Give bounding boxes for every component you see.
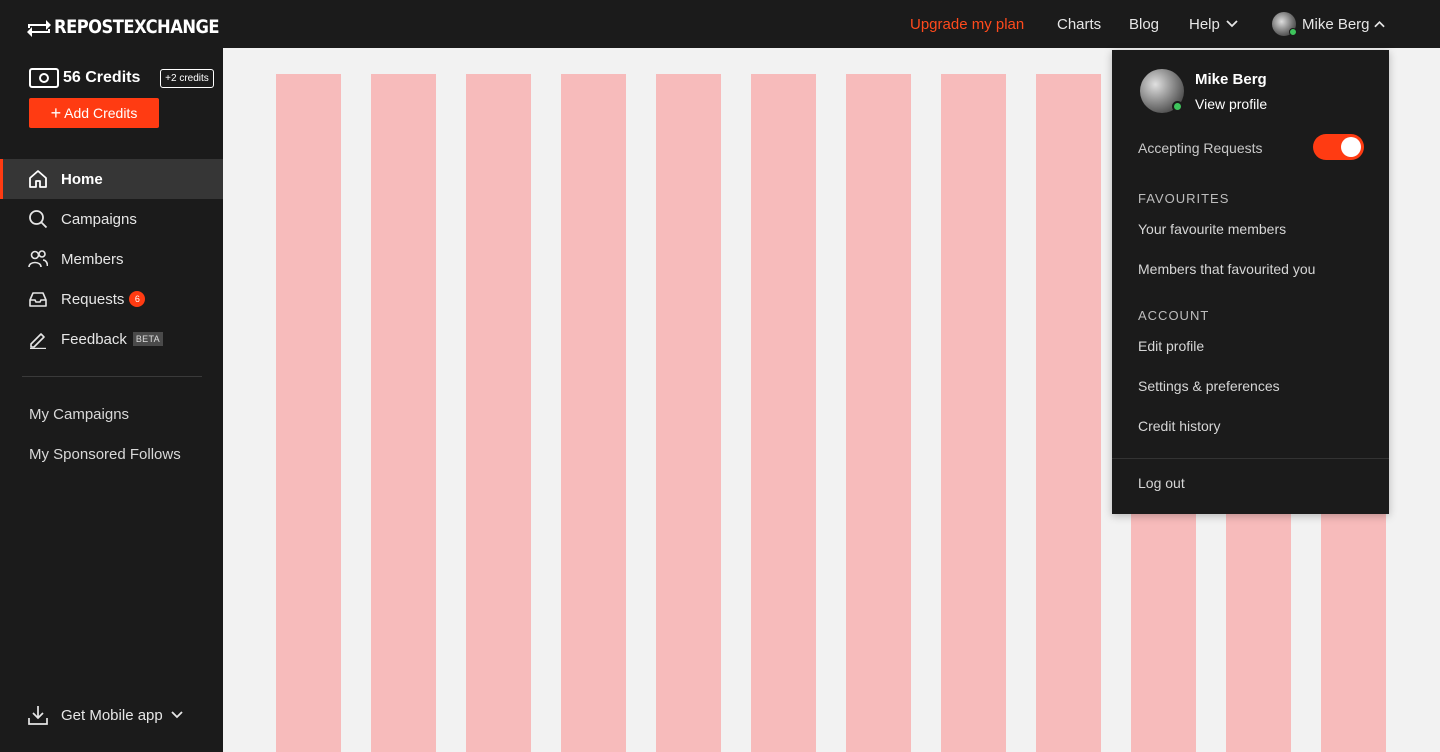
credit-history-link[interactable]: Credit history [1138, 418, 1220, 434]
bonus-credits-badge[interactable]: +2 credits [160, 69, 214, 88]
add-credits-label: Add Credits [64, 105, 138, 121]
placeholder-bar [846, 74, 911, 752]
edit-profile-link[interactable]: Edit profile [1138, 338, 1204, 354]
avatar [1272, 12, 1297, 36]
get-mobile-app-menu[interactable]: Get Mobile app [27, 704, 183, 726]
home-icon [29, 170, 47, 188]
sidebar-item-label: Campaigns [61, 210, 137, 228]
credits-count: 56 Credits [63, 69, 141, 86]
users-icon [28, 250, 48, 268]
my-sponsored-follows-link[interactable]: My Sponsored Follows [29, 446, 181, 463]
brand-logo[interactable]: REPOSTEXCHANGE [26, 15, 246, 39]
your-favourite-members-link[interactable]: Your favourite members [1138, 221, 1286, 237]
placeholder-bar [371, 74, 436, 752]
toggle-knob [1341, 137, 1361, 157]
credits-balance[interactable]: 56 Credits [29, 68, 140, 88]
placeholder-bar [466, 74, 531, 752]
accepting-requests-label: Accepting Requests [1138, 140, 1263, 156]
dropdown-user-name: Mike Berg [1195, 71, 1267, 88]
chevron-up-icon [1373, 20, 1385, 28]
account-section-title: ACCOUNT [1138, 308, 1210, 323]
chevron-down-icon [1226, 20, 1238, 28]
credits-icon [29, 68, 59, 88]
placeholder-bar [656, 74, 721, 752]
search-icon [29, 210, 48, 229]
dropdown-divider [1112, 458, 1389, 459]
top-bar: REPOSTEXCHANGE Upgrade my plan Charts Bl… [0, 0, 1440, 48]
sidebar-item-home[interactable]: Home [0, 159, 223, 199]
view-profile-link[interactable]: View profile [1195, 96, 1267, 112]
sidebar-item-members[interactable]: Members [0, 239, 223, 279]
sidebar-item-campaigns[interactable]: Campaigns [0, 199, 223, 239]
get-mobile-app-label: Get Mobile app [61, 706, 163, 724]
blog-link[interactable]: Blog [1129, 0, 1159, 48]
upgrade-plan-link[interactable]: Upgrade my plan [910, 0, 1024, 48]
sidebar-item-requests[interactable]: Requests 6 [0, 279, 223, 319]
sidebar-divider [22, 376, 202, 377]
inbox-icon [29, 292, 47, 307]
members-that-favourited-you-link[interactable]: Members that favourited you [1138, 261, 1315, 277]
sidebar-item-feedback[interactable]: Feedback BETA [0, 319, 223, 359]
my-campaigns-link[interactable]: My Campaigns [29, 406, 129, 423]
settings-preferences-link[interactable]: Settings & preferences [1138, 378, 1280, 394]
beta-tag: BETA [132, 332, 163, 346]
plus-icon: + [50, 103, 62, 123]
user-dropdown-menu: Mike Berg View profile Accepting Request… [1112, 50, 1389, 514]
placeholder-bar [1036, 74, 1101, 752]
add-credits-button[interactable]: + Add Credits [29, 98, 159, 128]
help-menu[interactable]: Help [1189, 0, 1238, 48]
avatar[interactable] [1140, 69, 1184, 113]
placeholder-bar [941, 74, 1006, 752]
download-icon [28, 706, 48, 725]
online-status-icon [1172, 101, 1183, 112]
favourites-section-title: FAVOURITES [1138, 191, 1230, 206]
online-status-icon [1289, 28, 1297, 36]
placeholder-bar [276, 74, 341, 752]
help-label: Help [1189, 15, 1220, 33]
charts-link[interactable]: Charts [1057, 0, 1101, 48]
sidebar: 56 Credits +2 credits + Add Credits Home… [0, 48, 223, 752]
placeholder-bar [561, 74, 626, 752]
accepting-requests-toggle[interactable] [1313, 134, 1364, 160]
sidebar-item-label: Requests [61, 290, 125, 308]
sidebar-item-label: Members [61, 250, 124, 268]
placeholder-bar [751, 74, 816, 752]
requests-count-badge: 6 [129, 291, 146, 307]
pencil-icon [30, 333, 46, 349]
chevron-down-icon [171, 711, 183, 719]
brand-name: REPOSTEXCHANGE [54, 16, 220, 38]
sidebar-item-label: Feedback [61, 330, 127, 348]
user-menu[interactable]: Mike Berg [1272, 0, 1385, 48]
repost-arrows-icon [27, 20, 51, 37]
log-out-link[interactable]: Log out [1138, 475, 1185, 491]
sidebar-item-label: Home [61, 170, 103, 188]
user-name-label: Mike Berg [1302, 15, 1370, 33]
